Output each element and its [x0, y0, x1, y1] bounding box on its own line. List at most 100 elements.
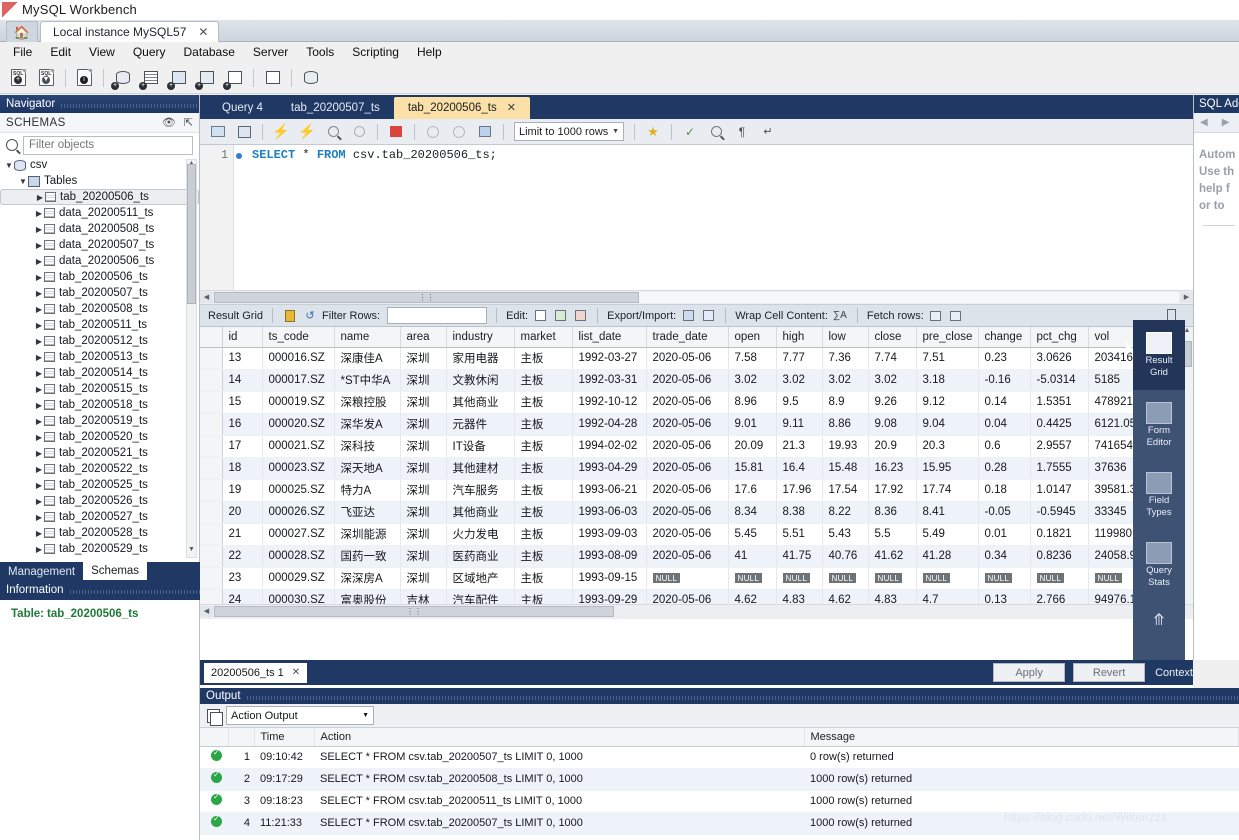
cell-ts_code[interactable]: 000027.SZ	[262, 523, 335, 546]
cell-low[interactable]: 8.22	[822, 501, 869, 524]
result-view-form-editor[interactable]: Form Editor	[1133, 390, 1185, 460]
output-row[interactable]: 209:17:29SELECT * FROM csv.tab_20200508_…	[200, 768, 1239, 791]
cell-change[interactable]: NULL	[978, 567, 1031, 590]
cell-name[interactable]: 深华发A	[334, 413, 401, 436]
cell-name[interactable]: 深天地A	[334, 457, 401, 480]
table-row[interactable]: 21 000027.SZ 深圳能源 深圳 火力发电 主板 1993-09-03 2020-05…	[200, 523, 1159, 546]
sql-editor[interactable]: 1 SELECT * FROM csv.tab_20200506_ts; ◀ ⋮…	[200, 145, 1193, 305]
autocommit-toggle-icon[interactable]	[473, 121, 497, 143]
cell-pre_close[interactable]: 20.3	[916, 435, 979, 458]
menu-item-query[interactable]: Query	[124, 43, 175, 61]
chevron-right-icon[interactable]: ▶	[34, 241, 44, 250]
cell-area[interactable]: 深圳	[400, 347, 447, 370]
cell-name[interactable]: 深粮控股	[334, 391, 401, 414]
tree-node-table-15[interactable]: ▶ tab_20200520_ts	[0, 429, 199, 445]
collapse-all-icon[interactable]: ⇱	[184, 116, 193, 129]
cell-pct_chg[interactable]: -5.0314	[1030, 369, 1089, 392]
row-selector[interactable]	[200, 545, 223, 568]
cell-high[interactable]: 21.3	[776, 435, 823, 458]
cell-close[interactable]: 17.92	[868, 479, 917, 502]
cell-pct_chg[interactable]: 1.7555	[1030, 457, 1089, 480]
row-selector[interactable]	[200, 391, 223, 414]
search-data-icon[interactable]	[259, 65, 286, 91]
column-header-area[interactable]: area	[400, 327, 447, 348]
query-tab-1[interactable]: tab_20200507_ts	[277, 98, 394, 119]
cell-change[interactable]: 0.14	[978, 391, 1031, 414]
nav-forward-icon[interactable]: ▶	[1222, 117, 1230, 128]
chevron-right-icon[interactable]: ▶	[34, 209, 44, 218]
column-header-list_date[interactable]: list_date	[572, 327, 647, 348]
cell-area[interactable]: 深圳	[400, 545, 447, 568]
commit-icon[interactable]	[421, 121, 445, 143]
cell-id[interactable]: 17	[222, 435, 263, 458]
cell-high[interactable]: 9.11	[776, 413, 823, 436]
cell-high[interactable]: 3.02	[776, 369, 823, 392]
cell-area[interactable]: 深圳	[400, 369, 447, 392]
cell-trade_date[interactable]: 2020-05-06	[646, 523, 729, 546]
cell-change[interactable]: -0.16	[978, 369, 1031, 392]
cell-ts_code[interactable]: 000026.SZ	[262, 501, 335, 524]
cell-high[interactable]: 8.38	[776, 501, 823, 524]
cell-open[interactable]: 3.02	[728, 369, 777, 392]
cell-low[interactable]: 5.43	[822, 523, 869, 546]
cell-pct_chg[interactable]: NULL	[1030, 567, 1089, 590]
scroll-left-icon[interactable]: ◀	[200, 606, 213, 617]
cell-pct_chg[interactable]: 1.5351	[1030, 391, 1089, 414]
cell-market[interactable]: 主板	[514, 523, 573, 546]
cell-close[interactable]: 41.62	[868, 545, 917, 568]
chevron-right-icon[interactable]: ▶	[34, 481, 44, 490]
navigator-tab-schemas[interactable]: Schemas	[83, 562, 148, 580]
cell-close[interactable]: 9.08	[868, 413, 917, 436]
tree-node-table-11[interactable]: ▶ tab_20200514_ts	[0, 365, 199, 381]
cell-ts_code[interactable]: 000028.SZ	[262, 545, 335, 568]
cell-pre_close[interactable]: 7.51	[916, 347, 979, 370]
reconnect-server-icon[interactable]	[297, 65, 324, 91]
cell-low[interactable]: NULL	[822, 567, 869, 590]
tree-node-table-2[interactable]: ▶ data_20200508_ts	[0, 221, 199, 237]
cell-change[interactable]: 0.34	[978, 545, 1031, 568]
toggle-wrap-lines-icon[interactable]: ↵	[756, 121, 780, 143]
cell-ts_code[interactable]: 000029.SZ	[262, 567, 335, 590]
cell-list_date[interactable]: 1993-06-21	[572, 479, 647, 502]
cell-open[interactable]: 5.45	[728, 523, 777, 546]
cell-name[interactable]: 深圳能源	[334, 523, 401, 546]
cell-pre_close[interactable]: 3.18	[916, 369, 979, 392]
cell-trade_date[interactable]: NULL	[646, 567, 729, 590]
cell-high[interactable]: 17.96	[776, 479, 823, 502]
cell-low[interactable]: 3.02	[822, 369, 869, 392]
column-header-trade_date[interactable]: trade_date	[646, 327, 729, 348]
cell-change[interactable]: 0.18	[978, 479, 1031, 502]
column-header-id[interactable]: id	[222, 327, 263, 348]
cell-close[interactable]: 20.9	[868, 435, 917, 458]
rollback-icon[interactable]	[447, 121, 471, 143]
cell-id[interactable]: 14	[222, 369, 263, 392]
tree-node-table-19[interactable]: ▶ tab_20200526_ts	[0, 493, 199, 509]
tree-node-table-21[interactable]: ▶ tab_20200528_ts	[0, 525, 199, 541]
column-header-pre_close[interactable]: pre_close	[916, 327, 979, 348]
cell-industry[interactable]: 其他商业	[446, 391, 515, 414]
cell-name[interactable]: 深深房A	[334, 567, 401, 590]
cell-industry[interactable]: 火力发电	[446, 523, 515, 546]
cell-low[interactable]: 7.36	[822, 347, 869, 370]
cell-name[interactable]: 特力A	[334, 479, 401, 502]
create-view-icon[interactable]: +	[165, 65, 192, 91]
create-procedure-icon[interactable]: +	[193, 65, 220, 91]
cell-close[interactable]: 3.02	[868, 369, 917, 392]
cell-trade_date[interactable]: 2020-05-06	[646, 369, 729, 392]
cell-list_date[interactable]: 1992-10-12	[572, 391, 647, 414]
tree-node-table-3[interactable]: ▶ data_20200507_ts	[0, 237, 199, 253]
table-row[interactable]: 13 000016.SZ 深康佳A 深圳 家用电器 主板 1992-03-27 2020-05…	[200, 347, 1159, 370]
tree-node-table-17[interactable]: ▶ tab_20200522_ts	[0, 461, 199, 477]
menu-item-database[interactable]: Database	[175, 43, 244, 61]
expand-more-icon[interactable]: ⤊	[1133, 600, 1185, 630]
create-table-icon[interactable]: +	[137, 65, 164, 91]
cell-area[interactable]: 深圳	[400, 567, 447, 590]
row-selector[interactable]	[200, 369, 223, 392]
menu-item-server[interactable]: Server	[244, 43, 297, 61]
cell-market[interactable]: 主板	[514, 391, 573, 414]
menu-item-file[interactable]: File	[4, 43, 41, 61]
cell-pct_chg[interactable]: 3.0626	[1030, 347, 1089, 370]
tree-node-table-4[interactable]: ▶ data_20200506_ts	[0, 253, 199, 269]
close-icon[interactable]: ✕	[507, 101, 516, 114]
cell-ts_code[interactable]: 000025.SZ	[262, 479, 335, 502]
